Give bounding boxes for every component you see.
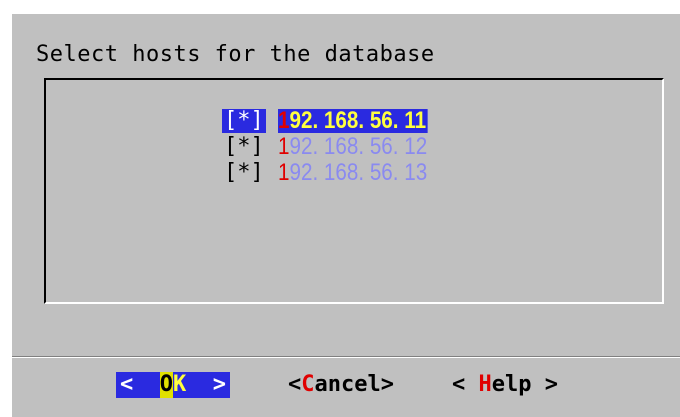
cancel-close: > [380, 372, 394, 397]
help-open: < [452, 372, 479, 397]
button-separator [12, 356, 680, 358]
ok-hotkey: O [159, 372, 173, 398]
host-hotkey: 1 [277, 107, 290, 134]
help-button[interactable]: < Help > [452, 372, 558, 398]
ok-right-arrow: > [212, 372, 226, 397]
host-hotkey: 1 [277, 133, 290, 160]
help-close: > [531, 372, 558, 397]
ok-left-arrow: < [120, 372, 134, 397]
host-hotkey: 1 [277, 159, 290, 186]
host-address: 92. 168. 56. 11 [289, 107, 426, 134]
host-checkbox[interactable]: [*] [222, 109, 266, 133]
host-checklist[interactable]: [*] 192. 168. 56. 11 [*] 192. 168. 56. 1… [44, 78, 664, 304]
host-label[interactable]: 192. 168. 56. 12 [278, 135, 427, 159]
cancel-label-rest: ancel [314, 372, 381, 397]
host-address: 92. 168. 56. 13 [289, 159, 427, 186]
ok-label-rest: K [173, 372, 187, 397]
cancel-hotkey: C [301, 372, 315, 397]
cancel-button[interactable]: < Cancel > [288, 372, 394, 398]
host-address: 92. 168. 56. 12 [289, 133, 427, 160]
host-label[interactable]: 192. 168. 56. 13 [278, 161, 427, 185]
host-label[interactable]: 192. 168. 56. 11 [277, 107, 428, 134]
screen: Select hosts for the database [*] 192. 1… [0, 0, 680, 417]
checklist-dialog: Select hosts for the database [*] 192. 1… [10, 12, 680, 417]
button-row: < OK > < Cancel > < Help > [12, 366, 680, 406]
host-item-2[interactable]: [*] 192. 168. 56. 12 [222, 134, 451, 160]
host-item-1[interactable]: [*] 192. 168. 56. 11 [222, 108, 452, 134]
host-item-3[interactable]: [*] 192. 168. 56. 13 [222, 160, 451, 186]
host-checkbox[interactable]: [*] [222, 161, 266, 185]
host-checkbox[interactable]: [*] [222, 135, 266, 159]
dialog-title: Select hosts for the database [36, 42, 435, 67]
help-label-rest: elp [491, 372, 532, 397]
cancel-open: < [288, 372, 302, 397]
ok-button[interactable]: < OK > [116, 372, 230, 398]
help-hotkey: H [478, 372, 492, 397]
